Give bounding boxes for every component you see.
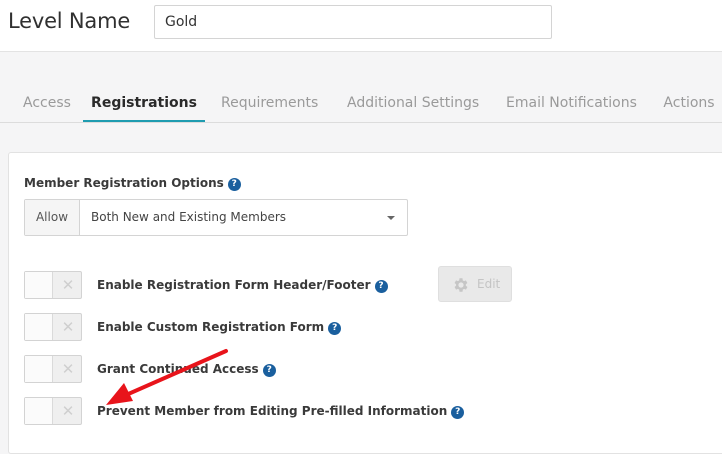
tab-email-notifications[interactable]: Email Notifications xyxy=(506,95,637,122)
tab-access[interactable]: Access xyxy=(23,95,71,122)
toggle-knob xyxy=(25,314,53,340)
option-custom-registration-form: Enable Custom Registration Form? xyxy=(97,320,342,335)
tab-registrations[interactable]: Registrations xyxy=(83,95,205,122)
option-grant-continued-access: Grant Continued Access? xyxy=(97,362,276,377)
close-icon: ✕ xyxy=(61,276,75,294)
option-label: Grant Continued Access xyxy=(97,362,259,376)
allow-select-value[interactable]: Both New and Existing Members xyxy=(91,200,286,235)
toggle-knob xyxy=(25,272,53,298)
allow-label: Allow xyxy=(25,200,80,235)
question-circle-icon[interactable]: ? xyxy=(227,178,241,191)
level-name-input[interactable] xyxy=(154,5,552,39)
allow-select[interactable]: Allow Both New and Existing Members xyxy=(24,199,408,236)
option-label: Enable Registration Form Header/Footer xyxy=(97,278,371,292)
edit-button[interactable]: Edit xyxy=(438,266,512,302)
question-circle-icon[interactable]: ? xyxy=(451,406,465,419)
question-circle-icon[interactable]: ? xyxy=(374,280,388,293)
close-icon: ✕ xyxy=(61,318,75,336)
option-registration-header-footer: Enable Registration Form Header/Footer? xyxy=(97,278,388,293)
registration-options-heading: Member Registration Options? xyxy=(24,176,241,191)
close-icon: ✕ xyxy=(61,360,75,378)
toggle-knob xyxy=(25,398,53,424)
question-circle-icon[interactable]: ? xyxy=(262,364,276,377)
close-icon: ✕ xyxy=(61,402,75,420)
toggle-prevent-editing-prefilled[interactable]: ✕ xyxy=(24,397,82,425)
registration-options-title: Member Registration Options xyxy=(24,176,224,190)
chevron-down-icon[interactable] xyxy=(387,216,395,220)
level-name-label: Level Name xyxy=(8,9,131,33)
toggle-knob xyxy=(25,356,53,382)
tab-requirements[interactable]: Requirements xyxy=(221,95,318,122)
edit-button-label: Edit xyxy=(477,277,501,291)
tab-actions[interactable]: Actions xyxy=(663,95,715,122)
gear-icon xyxy=(454,278,468,292)
toggle-grant-continued-access[interactable]: ✕ xyxy=(24,355,82,383)
option-label: Enable Custom Registration Form xyxy=(97,320,325,334)
toggle-registration-header-footer[interactable]: ✕ xyxy=(24,271,82,299)
level-header: Level Name xyxy=(0,0,722,52)
option-label: Prevent Member from Editing Pre-filled I… xyxy=(97,404,448,418)
toggle-custom-registration-form[interactable]: ✕ xyxy=(24,313,82,341)
option-prevent-editing-prefilled: Prevent Member from Editing Pre-filled I… xyxy=(97,404,465,419)
tab-additional-settings[interactable]: Additional Settings xyxy=(347,95,479,122)
question-circle-icon[interactable]: ? xyxy=(328,322,342,335)
level-tabs: Access Registrations Requirements Additi… xyxy=(0,84,722,123)
